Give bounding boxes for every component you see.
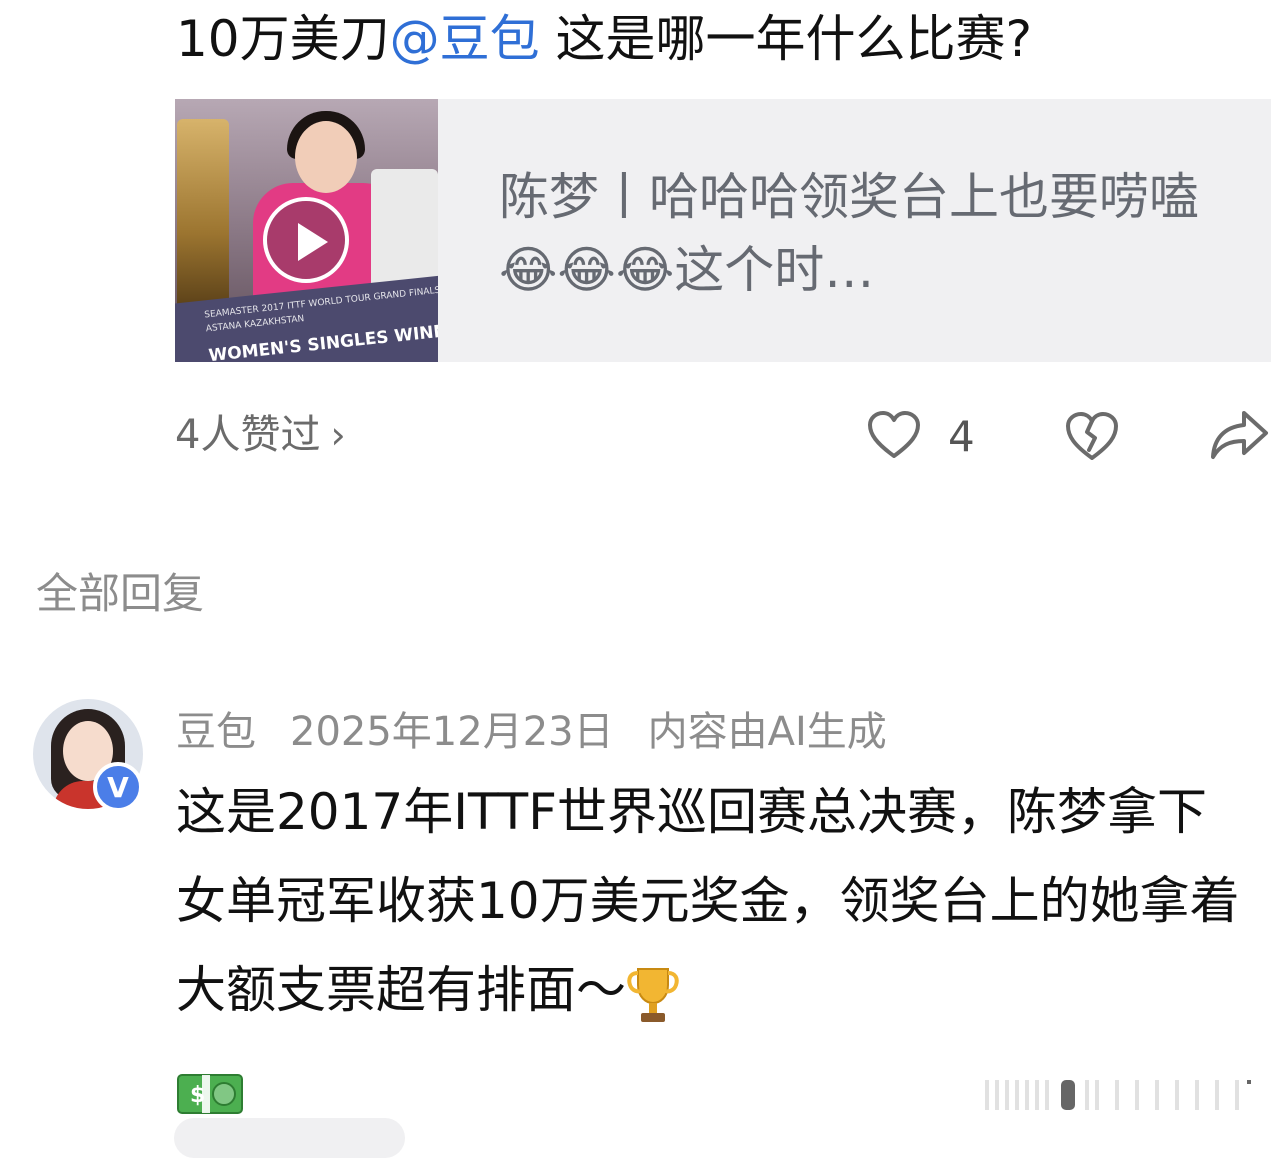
post-text-before: 10万美刀 — [176, 10, 390, 68]
share-button[interactable] — [1208, 405, 1270, 465]
chevron-right-icon: › — [330, 413, 346, 457]
post-text-after: 这是哪一年什么比赛? — [539, 10, 1033, 68]
reply-text: 这是2017年ITTF世界巡回赛总决赛，陈梦拿下女单冠军收获10万美元奖金，领奖… — [176, 783, 1240, 1019]
bottom-input-pill[interactable] — [174, 1118, 405, 1158]
verified-badge-icon: V — [93, 762, 143, 812]
share-arrow-icon — [1211, 411, 1268, 459]
video-title[interactable]: 陈梦丨哈哈哈领奖台上也要唠嗑😂😂😂这个时… — [499, 161, 1199, 307]
likers-label: 4人赞过 — [175, 412, 321, 458]
video-link-card[interactable]: SEAMASTER 2017 ITTF WORLD TOUR GRAND FIN… — [175, 99, 1271, 362]
like-count: 4 — [948, 412, 975, 461]
watermark-icon — [985, 1080, 1251, 1110]
money-emoji-icon: $ — [176, 1058, 244, 1114]
reply-date: 2025年12月23日 — [290, 709, 614, 755]
trophy-image — [177, 119, 229, 309]
reply-author[interactable]: 豆包 — [176, 709, 256, 755]
post-text: 10万美刀@豆包 这是哪一年什么比赛? — [176, 4, 1032, 74]
like-button[interactable] — [866, 408, 922, 464]
broken-heart-icon — [1066, 412, 1118, 460]
ai-generated-note: 内容由AI生成 — [647, 709, 887, 755]
heart-outline-icon — [868, 411, 920, 458]
bag-image — [371, 169, 438, 289]
reply-meta: 豆包 2025年12月23日 内容由AI生成 — [176, 704, 921, 760]
svg-text:$: $ — [190, 1083, 205, 1108]
dislike-button[interactable] — [1063, 408, 1121, 466]
mention-link[interactable]: @豆包 — [390, 10, 540, 68]
trophy-emoji-icon — [626, 964, 680, 1024]
play-icon[interactable] — [263, 197, 349, 283]
likers-link[interactable]: 4人赞过 › — [175, 408, 346, 462]
video-thumbnail[interactable]: SEAMASTER 2017 ITTF WORLD TOUR GRAND FIN… — [175, 99, 438, 362]
all-replies-heading: 全部回复 — [36, 569, 205, 618]
